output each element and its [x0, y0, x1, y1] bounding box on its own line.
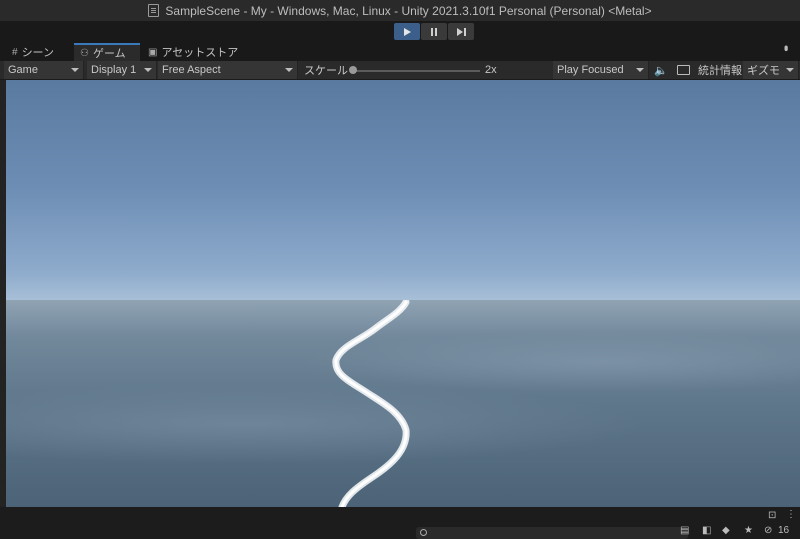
game-viewport[interactable]	[6, 80, 800, 507]
display-label: Display 1	[91, 64, 137, 76]
star-icon[interactable]: ★	[744, 525, 753, 536]
window-title-bar: SampleScene - My - Windows, Mac, Linux -…	[0, 0, 800, 21]
scale-label: スケール	[304, 65, 348, 77]
speaker-icon: 🔈	[654, 64, 668, 77]
keyboard-icon	[677, 65, 690, 75]
step-icon	[456, 27, 466, 36]
tab-asset-store-label: アセットストア	[161, 47, 239, 59]
search-icon	[420, 529, 427, 536]
tab-game[interactable]: ⚇ ゲーム	[74, 43, 140, 61]
wake-trail	[332, 300, 410, 507]
pause-icon	[431, 27, 437, 36]
game-view-toolbar: Game Display 1 Free Aspect スケール 2x Play …	[0, 61, 800, 80]
aspect-label: Free Aspect	[162, 64, 221, 76]
hidden-count: 16	[778, 525, 790, 536]
view-mode-label: Game	[8, 64, 38, 76]
gizmos-dropdown[interactable]: ギズモ	[743, 61, 799, 79]
chevron-down-icon	[144, 68, 152, 72]
tab-asset-store[interactable]: ▣ アセットストア	[142, 43, 244, 61]
step-button[interactable]	[448, 23, 474, 40]
ocean-surface	[6, 300, 800, 507]
editor-tab-bar: # シーン ⚇ ゲーム ▣ アセットストア •••	[0, 43, 800, 61]
gizmos-label: ギズモ	[747, 65, 780, 77]
mute-audio-button[interactable]: 🔈	[652, 61, 670, 79]
lock-icon[interactable]: ⊡	[768, 510, 776, 521]
tab-game-label: ゲーム	[92, 48, 126, 60]
shortcuts-button[interactable]	[673, 61, 693, 79]
chevron-down-icon	[71, 68, 79, 72]
scale-slider-track[interactable]	[352, 70, 480, 72]
play-button[interactable]	[394, 23, 420, 40]
stats-button[interactable]: 統計情報	[694, 61, 742, 79]
console-icon[interactable]: ▤	[680, 525, 689, 536]
visibility-icon[interactable]: ⊘	[764, 525, 772, 536]
chevron-down-icon	[786, 68, 794, 72]
play-mode-dropdown[interactable]: Play Focused	[553, 61, 649, 79]
chevron-down-icon	[285, 68, 293, 72]
chevron-down-icon	[636, 68, 644, 72]
more-options-icon[interactable]: •••	[779, 45, 793, 49]
scale-slider-thumb[interactable]	[349, 66, 357, 74]
search-input[interactable]	[416, 527, 688, 539]
window-title: SampleScene - My - Windows, Mac, Linux -…	[165, 3, 652, 18]
tab-scene-label: シーン	[21, 47, 55, 59]
gamepad-icon: ⚇	[80, 47, 89, 59]
pause-button[interactable]	[421, 23, 447, 40]
display-dropdown[interactable]: Display 1	[87, 61, 157, 79]
tag-icon[interactable]: ◆	[722, 525, 730, 536]
grid-icon: #	[12, 46, 18, 58]
scale-value: 2x	[485, 64, 497, 76]
status-bar: ⊡ ⋮ ▤ ◧ ◆ ★ ⊘ 16	[0, 507, 800, 539]
layers-icon[interactable]: ◧	[702, 525, 711, 536]
tab-scene[interactable]: # シーン	[6, 43, 60, 61]
aspect-dropdown[interactable]: Free Aspect	[158, 61, 298, 79]
play-icon	[403, 27, 411, 36]
shopping-bag-icon: ▣	[148, 46, 158, 58]
scene-file-icon	[148, 4, 160, 17]
more-options-icon[interactable]: ⋮	[786, 509, 796, 520]
play-toolbar	[0, 21, 800, 43]
play-mode-label: Play Focused	[557, 64, 624, 76]
view-mode-dropdown[interactable]: Game	[4, 61, 84, 79]
